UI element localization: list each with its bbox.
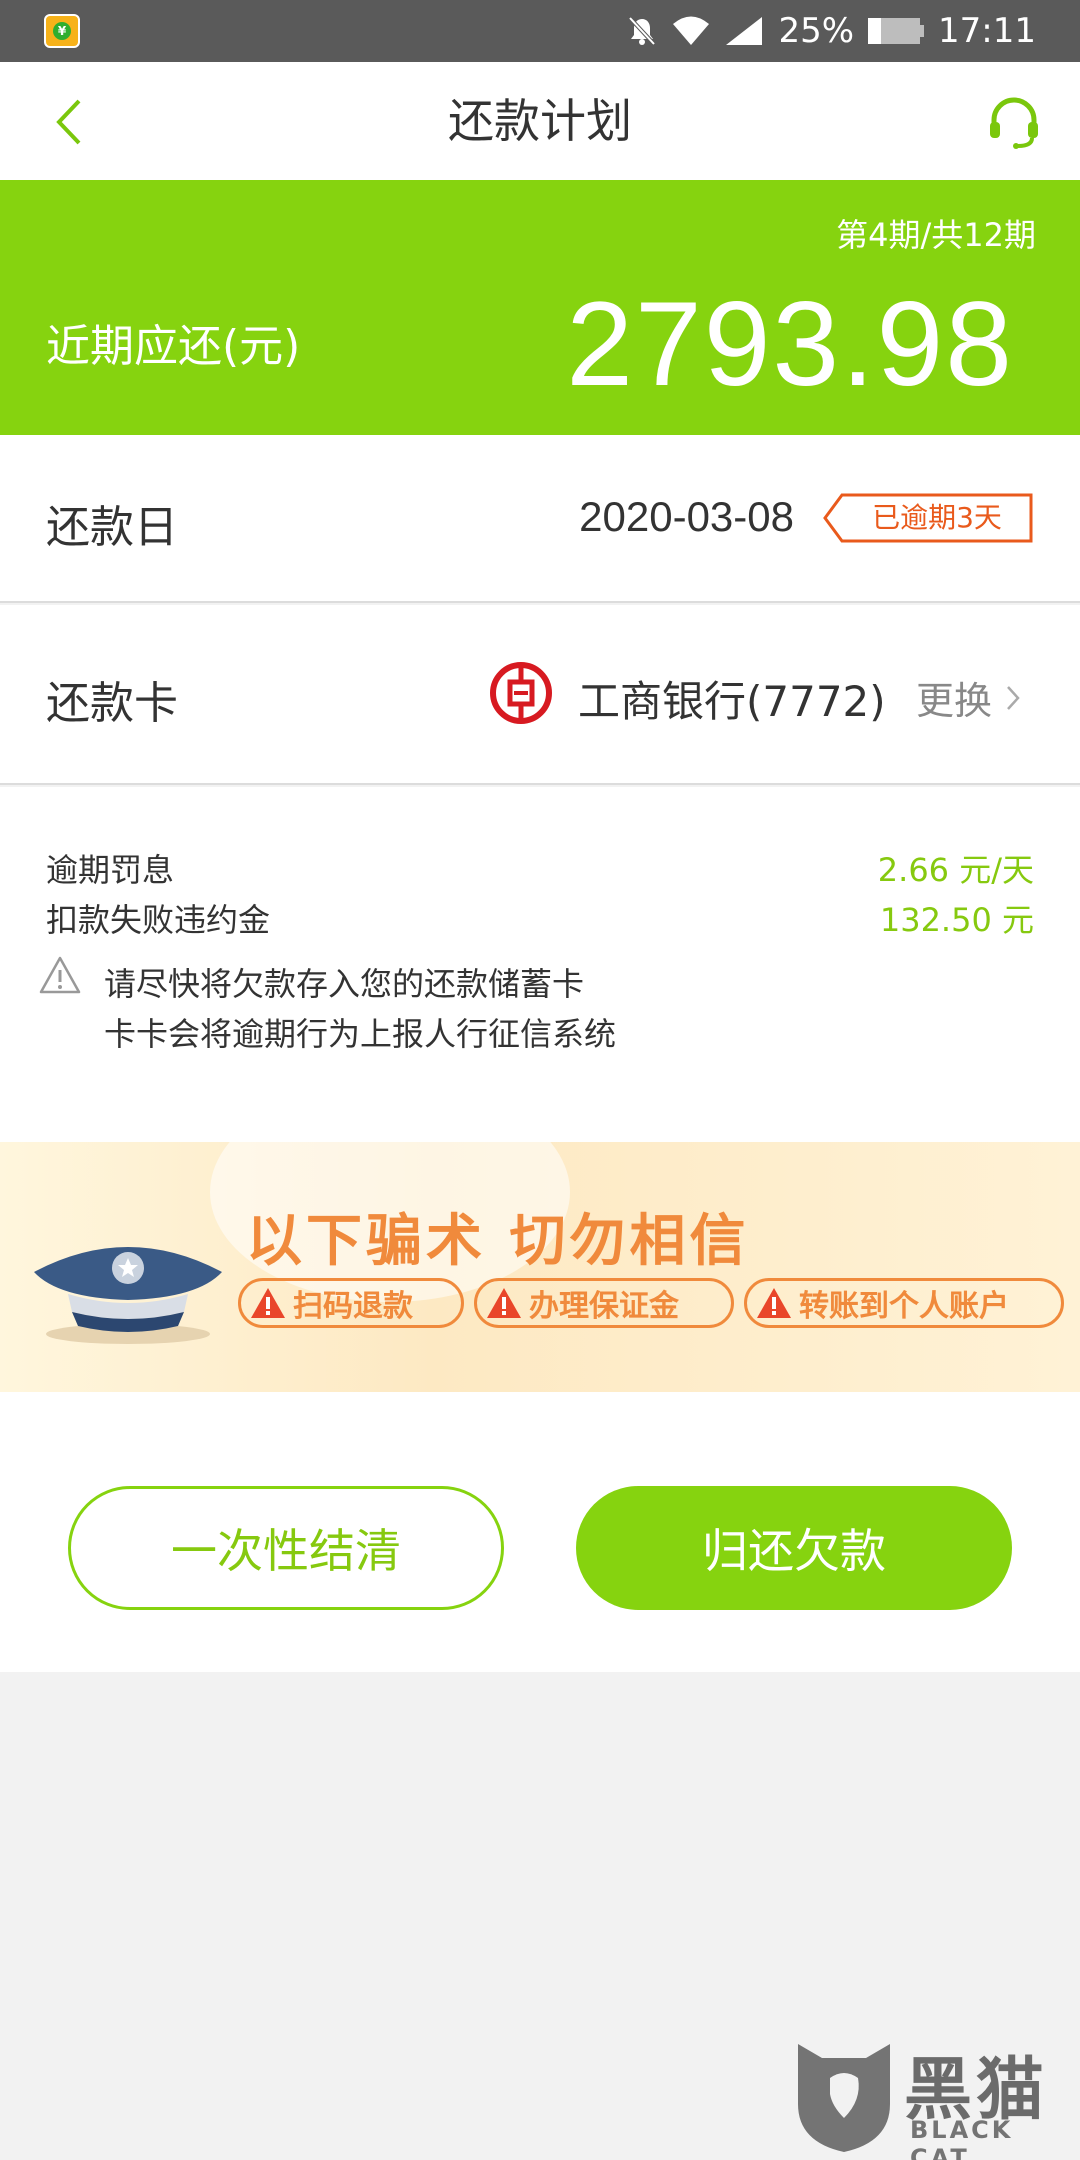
alert-triangle-icon bbox=[487, 1288, 521, 1318]
repayment-date-label: 还款日 bbox=[46, 502, 178, 553]
alert-triangle-icon bbox=[757, 1288, 791, 1318]
fraud-title: 以下骗术 切勿相信 bbox=[246, 1209, 750, 1274]
change-card-button[interactable]: 更换 bbox=[916, 670, 1020, 725]
page-title: 还款计划 bbox=[448, 94, 632, 148]
warning-icon bbox=[39, 956, 81, 994]
battery-percent: 25% bbox=[778, 11, 855, 51]
icbc-logo-icon bbox=[490, 662, 552, 724]
status-bar: ¥ 25% 17:11 bbox=[0, 0, 1080, 62]
customer-service-button[interactable] bbox=[984, 92, 1044, 152]
overdue-badge-text: 已逾期3天 bbox=[872, 501, 1002, 534]
signal-icon bbox=[726, 17, 763, 45]
repay-button[interactable]: 归还欠款 bbox=[576, 1486, 1012, 1610]
status-icons: 25% 17:11 bbox=[626, 0, 1036, 62]
clock: 17:11 bbox=[938, 11, 1036, 51]
default-fee-value: 132.50 元 bbox=[879, 901, 1034, 939]
action-area: 一次性结清 归还欠款 bbox=[0, 1392, 1080, 1672]
repayment-date-row: 还款日 2020-03-08 已逾期3天 bbox=[0, 435, 1080, 603]
fraud-chip-scan-refund: 扫码退款 bbox=[238, 1278, 464, 1328]
period-indicator: 第4期/共12期 bbox=[836, 216, 1036, 254]
late-interest-value: 2.66 元/天 bbox=[877, 851, 1034, 889]
black-cat-watermark: 黑猫 BLACK CAT bbox=[792, 2034, 1072, 2160]
settle-all-button[interactable]: 一次性结清 bbox=[68, 1486, 504, 1610]
headset-icon bbox=[990, 97, 1038, 149]
chevron-right-icon bbox=[1007, 685, 1020, 710]
warning-line-2: 卡卡会将逾期行为上报人行征信系统 bbox=[104, 1015, 617, 1053]
mute-icon bbox=[628, 16, 656, 46]
late-interest-label: 逾期罚息 bbox=[46, 851, 175, 889]
app-notification-icon: ¥ bbox=[44, 14, 80, 48]
due-label: 近期应还(元) bbox=[46, 321, 301, 372]
app-header: 还款计划 bbox=[0, 62, 1080, 180]
default-fee-label: 扣款失败违约金 bbox=[46, 901, 271, 939]
cat-logo-icon bbox=[798, 2044, 890, 2152]
fraud-chip-personal-transfer: 转账到个人账户 bbox=[744, 1278, 1064, 1328]
wifi-icon bbox=[673, 16, 710, 45]
due-amount: 2793.98 bbox=[566, 277, 1014, 411]
overdue-badge: 已逾期3天 bbox=[822, 493, 1034, 543]
police-hat-icon bbox=[34, 1247, 222, 1344]
repayment-card-label: 还款卡 bbox=[46, 678, 178, 729]
repayment-date-value: 2020-03-08 bbox=[579, 493, 794, 540]
battery-icon bbox=[868, 18, 925, 44]
bank-name: 工商银行(7772) bbox=[578, 677, 886, 726]
fraud-chip-deposit: 办理保证金 bbox=[474, 1278, 734, 1328]
penalty-info: 逾期罚息 2.66 元/天 扣款失败违约金 132.50 元 请尽快将欠款存入您… bbox=[0, 787, 1080, 1142]
warning-line-1: 请尽快将欠款存入您的还款储蓄卡 bbox=[104, 965, 585, 1003]
alert-triangle-icon bbox=[251, 1288, 285, 1318]
change-card-label: 更换 bbox=[915, 679, 992, 723]
fraud-warning-banner[interactable]: 以下骗术 切勿相信 扫码退款 办理保证金 转账到个人账户 bbox=[0, 1142, 1080, 1392]
due-summary-banner: 第4期/共12期 近期应还(元) 2793.98 bbox=[0, 180, 1080, 435]
watermark-en: BLACK CAT bbox=[910, 2116, 1014, 2160]
